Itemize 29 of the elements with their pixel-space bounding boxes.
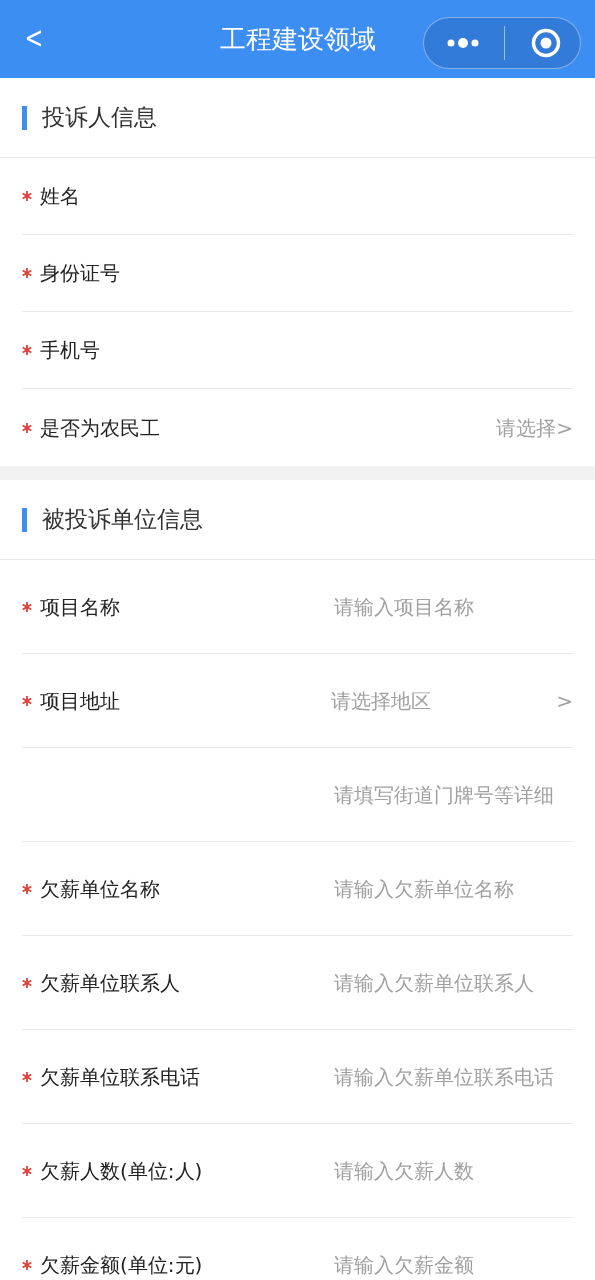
field-label: 项目地址	[40, 687, 120, 715]
select-picker[interactable]: 请选择>	[496, 412, 573, 443]
field-label: 姓名	[40, 183, 80, 210]
chevron-right-icon: >	[556, 685, 573, 716]
field-label: 手机号	[40, 337, 100, 364]
input-field[interactable]: 请输入项目名称	[334, 591, 573, 622]
more-icon[interactable]	[446, 38, 480, 48]
input-field[interactable]: 请输入欠薪单位联系电话	[334, 1061, 573, 1092]
section-marker	[22, 105, 27, 130]
field-label: 身份证号	[40, 260, 120, 287]
page-title: 工程建设领域	[219, 22, 376, 56]
field-label: 欠薪单位联系人	[40, 969, 180, 997]
back-button[interactable]: <	[23, 22, 45, 54]
field-label: 欠薪金额(单位:元)	[40, 1252, 203, 1279]
section-title: 被投诉单位信息	[42, 505, 203, 535]
input-field[interactable]: 请输入欠薪金额	[334, 1250, 573, 1280]
input-field[interactable]: 请输入欠薪单位联系人	[334, 967, 573, 998]
field-label: 欠薪单位联系电话	[40, 1063, 200, 1091]
input-field[interactable]: 请输入欠薪单位名称	[334, 873, 573, 904]
field-label: 欠薪单位名称	[40, 875, 160, 903]
region-picker[interactable]: 请选择地区	[331, 685, 557, 716]
input-field[interactable]: 请输入欠薪人数	[334, 1155, 573, 1186]
input-field[interactable]: 请填写街道门牌号等详细	[334, 779, 573, 810]
section-title: 投诉人信息	[42, 103, 157, 133]
field-label: 项目名称	[40, 593, 120, 621]
close-icon[interactable]	[531, 28, 561, 58]
field-label: 欠薪人数(单位:人)	[40, 1157, 203, 1185]
field-label: 是否为农民工	[40, 414, 160, 442]
section-marker	[22, 507, 27, 532]
